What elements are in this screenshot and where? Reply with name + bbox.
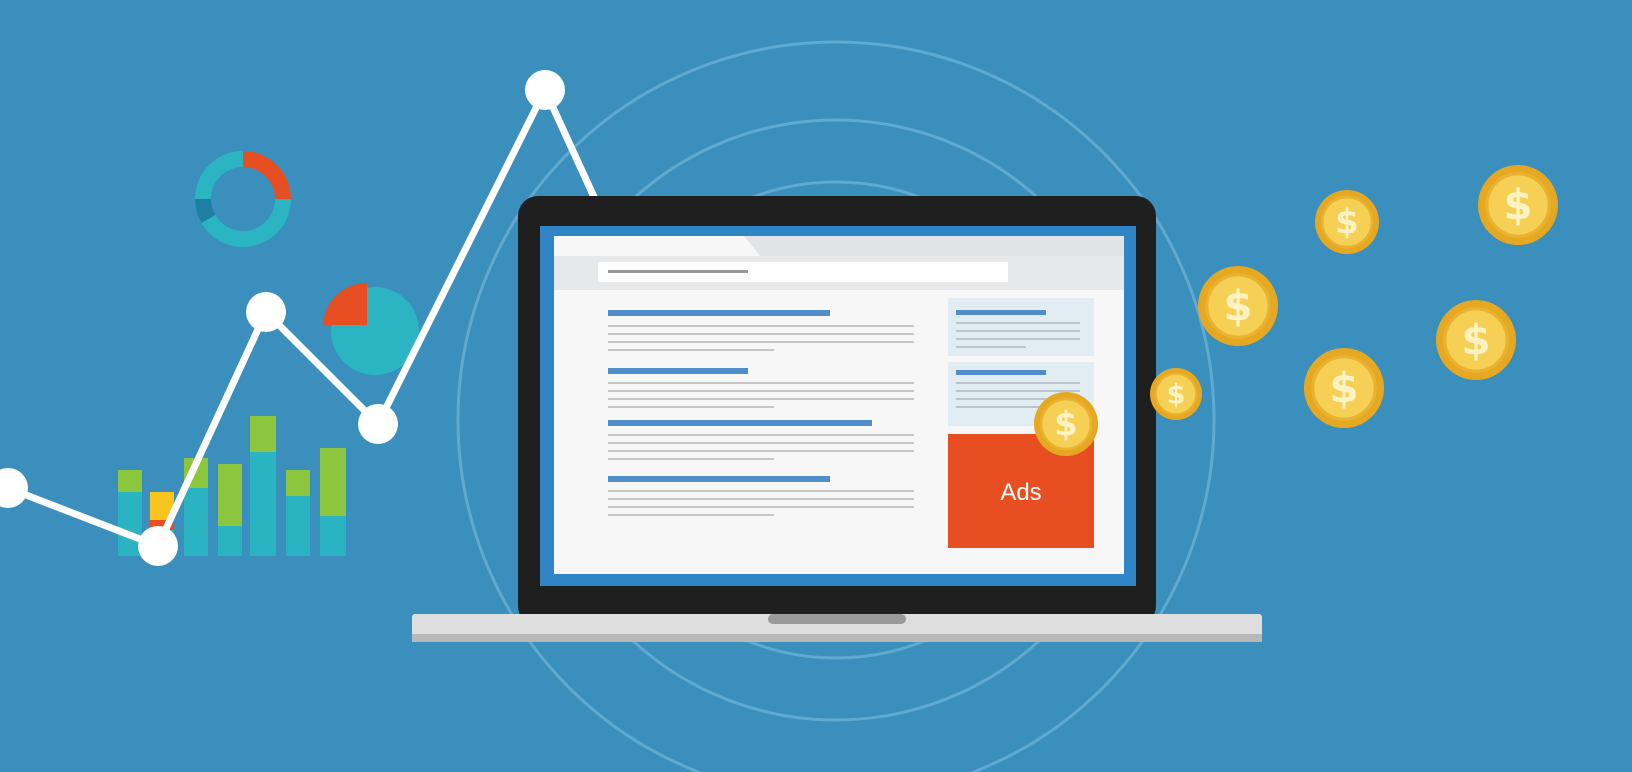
dollar-sign: $: [1503, 180, 1532, 229]
trend-point: [358, 404, 398, 444]
text-line: [608, 514, 774, 516]
card-heading: [956, 370, 1046, 375]
dollar-sign: $: [1329, 363, 1358, 412]
text-line: [956, 338, 1080, 340]
dollar-coin-icon: $: [1315, 190, 1379, 254]
text-line: [608, 458, 774, 460]
chart-bar: [320, 448, 346, 556]
browser-window: Ads: [554, 236, 1124, 574]
dollar-sign: $: [1335, 203, 1359, 243]
sidebar-card: [948, 298, 1094, 356]
illustration-canvas: Ads $ $ $ $ $ $ $: [0, 0, 1632, 772]
card-heading: [956, 310, 1046, 315]
text-line: [956, 322, 1080, 324]
dollar-coin-icon: $: [1034, 392, 1098, 456]
trend-point: [138, 526, 178, 566]
text-line: [608, 382, 914, 384]
article-heading: [608, 310, 830, 316]
address-bar-text: [608, 270, 748, 273]
text-line: [608, 498, 914, 500]
text-line: [956, 346, 1026, 348]
laptop: Ads: [412, 196, 1262, 642]
text-line: [956, 330, 1080, 332]
text-line: [608, 333, 914, 335]
text-line: [608, 434, 914, 436]
dollar-coin-icon: $: [1198, 266, 1278, 346]
dollar-sign: $: [1461, 315, 1490, 364]
text-line: [608, 390, 914, 392]
dollar-sign: $: [1167, 379, 1186, 410]
dollar-coin-icon: $: [1150, 368, 1202, 420]
chart-bar: [250, 416, 276, 556]
dollar-sign: $: [1054, 405, 1078, 445]
laptop-notch: [768, 614, 906, 624]
text-line: [608, 490, 914, 492]
chart-bar: [286, 470, 310, 556]
text-line: [608, 325, 914, 327]
text-line: [608, 406, 774, 408]
text-line: [608, 398, 914, 400]
article-heading: [608, 368, 748, 374]
laptop-base-edge: [412, 634, 1262, 642]
dollar-coin-icon: $: [1436, 300, 1516, 380]
text-line: [608, 341, 914, 343]
text-line: [608, 442, 914, 444]
text-line: [608, 349, 774, 351]
article-heading: [608, 476, 830, 482]
text-line: [608, 506, 914, 508]
chart-bar: [218, 464, 242, 556]
trend-point: [246, 292, 286, 332]
text-line: [956, 390, 1080, 392]
chart-bar: [184, 458, 208, 556]
dollar-coin-icon: $: [1478, 165, 1558, 245]
trend-point: [525, 70, 565, 110]
dollar-coin-icon: $: [1304, 348, 1384, 428]
text-line: [608, 450, 914, 452]
ad-label: Ads: [1000, 479, 1041, 506]
dollar-sign: $: [1223, 281, 1252, 330]
article-heading: [608, 420, 872, 426]
text-line: [956, 382, 1080, 384]
